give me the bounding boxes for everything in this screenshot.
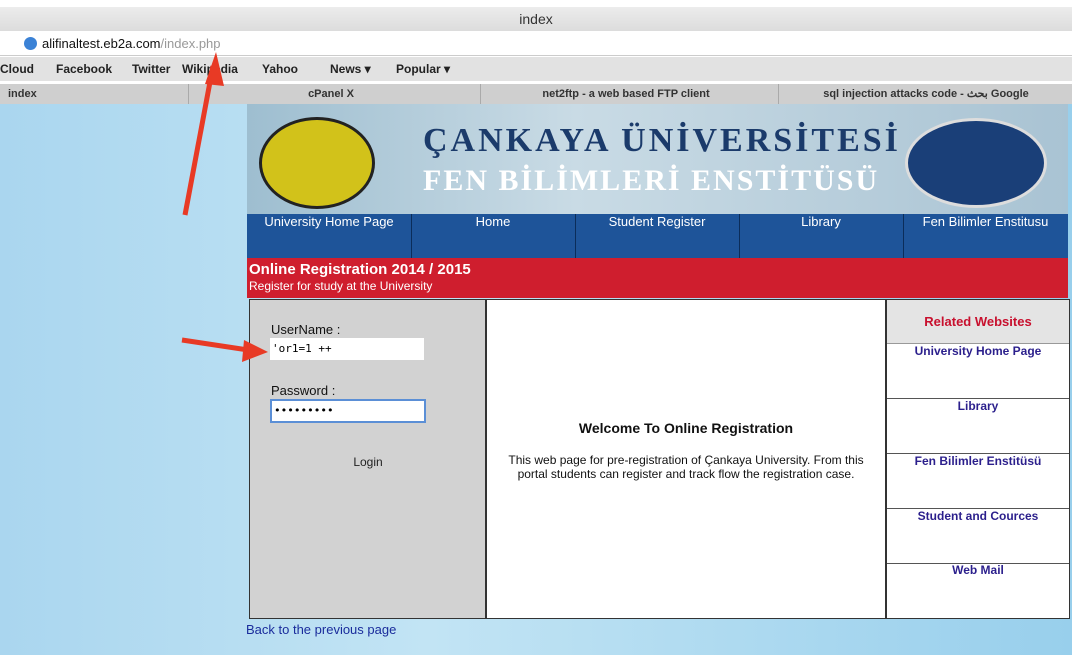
arrow-icon-url — [182, 52, 224, 216]
arrow-icon-username — [181, 337, 268, 362]
annotation-arrows — [181, 52, 268, 362]
